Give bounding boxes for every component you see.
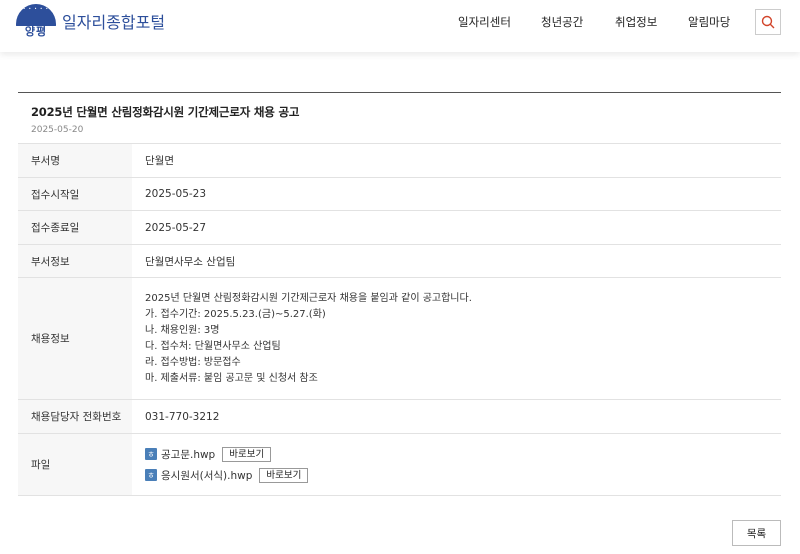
recruit-info-label: 채용정보 <box>18 278 132 399</box>
start-date-label: 접수시작일 <box>18 178 132 210</box>
file-name-link[interactable]: 공고문.hwp <box>161 447 215 462</box>
row-start-date: 접수시작일 2025-05-23 <box>18 178 781 211</box>
post-title: 2025년 단월면 산림정화감시원 기간제근로자 채용 공고 <box>31 105 300 119</box>
nav-item-job-info[interactable]: 취업정보 <box>615 14 657 30</box>
recruit-info-value: 2025년 단월면 산림정화감시원 기간제근로자 채용을 붙임과 같이 공고합니… <box>132 278 781 399</box>
recruit-info-line: 마. 제출서류: 붙임 공고문 및 신청서 참조 <box>145 372 318 384</box>
phone-value: 031-770-3212 <box>145 410 220 423</box>
list-button[interactable]: 목록 <box>732 520 781 546</box>
row-end-date: 접수종료일 2025-05-27 <box>18 211 781 245</box>
view-button[interactable]: 바로보기 <box>222 446 272 462</box>
nav-item-job-center[interactable]: 일자리센터 <box>458 14 511 30</box>
dept-label: 부서명 <box>18 144 132 177</box>
dept-value: 단월면 <box>145 155 174 167</box>
file-name-link[interactable]: 응시원서(서식).hwp <box>161 468 252 483</box>
post-header: 2025년 단월면 산림정화감시원 기간제근로자 채용 공고 2025-05-2… <box>18 93 781 144</box>
row-dept: 부서명 단월면 <box>18 144 781 178</box>
view-button[interactable]: 바로보기 <box>259 467 309 483</box>
site-header: • • • • • • • 양평 일자리종합포털 일자리센터 청년공간 취업정보… <box>0 0 800 52</box>
row-files: 파일 ㅎ 공고문.hwp 바로보기 ㅎ 응시원서(서식).hwp 바로보기 <box>18 434 781 496</box>
search-icon <box>761 15 775 29</box>
file-label: 파일 <box>18 434 132 495</box>
recruit-info-line: 2025년 단월면 산림정화감시원 기간제근로자 채용을 붙임과 같이 공고합니… <box>145 292 472 304</box>
recruit-info-line: 가. 접수기간: 2025.5.23.(금)~5.27.(화) <box>145 308 326 320</box>
row-recruit-info: 채용정보 2025년 단월면 산림정화감시원 기간제근로자 채용을 붙임과 같이… <box>18 278 781 400</box>
nav-item-notice[interactable]: 알림마당 <box>688 14 730 30</box>
row-phone: 채용담당자 전화번호 031-770-3212 <box>18 400 781 434</box>
hwp-file-icon: ㅎ <box>145 469 157 481</box>
post-date: 2025-05-20 <box>31 125 84 135</box>
start-date-value: 2025-05-23 <box>145 188 207 200</box>
dept-info-label: 부서정보 <box>18 245 132 277</box>
post-detail: 2025년 단월면 산림정화감시원 기간제근로자 채용 공고 2025-05-2… <box>18 92 781 496</box>
recruit-info-line: 나. 채용인원: 3명 <box>145 324 220 336</box>
file-item: ㅎ 공고문.hwp 바로보기 <box>145 446 781 463</box>
row-dept-info: 부서정보 단월면사무소 산업팀 <box>18 245 781 278</box>
end-date-label: 접수종료일 <box>18 211 132 244</box>
nav-item-youth-space[interactable]: 청년공간 <box>541 14 583 30</box>
search-button[interactable] <box>755 9 781 35</box>
file-item: ㅎ 응시원서(서식).hwp 바로보기 <box>145 467 781 484</box>
file-list: ㅎ 공고문.hwp 바로보기 ㅎ 응시원서(서식).hwp 바로보기 <box>132 434 781 495</box>
hwp-file-icon: ㅎ <box>145 448 157 460</box>
recruit-info-line: 라. 접수방법: 방문접수 <box>145 356 241 368</box>
phone-label: 채용담당자 전화번호 <box>18 400 132 433</box>
dept-info-value: 단월면사무소 산업팀 <box>145 255 236 268</box>
main-nav: 일자리센터 청년공간 취업정보 알림마당 <box>0 14 800 30</box>
recruit-info-line: 다. 접수처: 단월면사무소 산업팀 <box>145 340 281 352</box>
end-date-value: 2025-05-27 <box>145 221 207 234</box>
